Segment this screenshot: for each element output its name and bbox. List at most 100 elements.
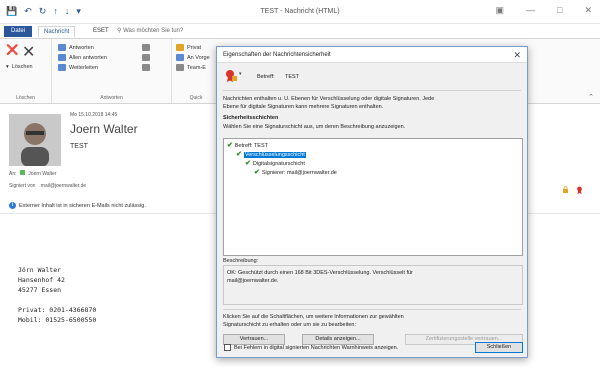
signed-by-label: Signiert von (9, 183, 36, 189)
layers-instruction: Wählen Sie eine Signaturschicht aus, um … (223, 124, 406, 130)
dialog-subject-label: Betreff: (257, 74, 275, 80)
group-label-respond: Antworten (100, 95, 123, 101)
dialog-close-icon[interactable]: ✕ (513, 50, 521, 61)
hint-line2: Signaturschicht zu erhalten oder um sie … (223, 322, 356, 328)
warning-checkbox-label: Bei Fehlern in digital signierten Nachri… (234, 345, 399, 351)
collapse-ribbon-icon[interactable]: ⌃ (588, 93, 594, 101)
dialog-subject-value: TEST (285, 74, 300, 80)
signature-line: 45277 Essen (18, 286, 62, 294)
im-icon[interactable] (142, 54, 150, 61)
dialog-title: Eigenschaften der Nachrichtensicherheit (223, 52, 331, 58)
tab-file[interactable]: Datei (4, 26, 32, 37)
security-layers-tree: ✔ Betreff: TEST ✔ Verschlüsselungsschich… (223, 138, 523, 256)
dialog-intro-line1: Nachrichten enthalten u. U. Ebenen für V… (223, 96, 435, 102)
to-recipient[interactable]: Joern Walter (28, 171, 56, 177)
show-details-button[interactable]: Details anzeigen... (302, 334, 374, 345)
close-icon[interactable]: ✕ (584, 5, 592, 15)
delete-icon[interactable]: ✕ (22, 42, 35, 62)
folder-icon (176, 44, 184, 51)
info-text: Externer Inhalt ist in sicheren E-Mails … (19, 202, 146, 209)
signature-ribbon-icon[interactable] (576, 186, 583, 194)
group-respond: Antworten Allen antworten Weiterleiten A… (52, 39, 172, 103)
team-icon (176, 64, 184, 71)
ribbon-options-icon[interactable]: ▣ (496, 5, 505, 15)
check-icon: ✔ (254, 169, 260, 176)
message-sender[interactable]: Joern Walter (70, 122, 138, 136)
tree-item-label: Signierer: mail@joernwalter.de (261, 169, 337, 176)
signature-line (18, 295, 96, 305)
presence-icon (19, 170, 25, 175)
check-icon: ✔ (227, 142, 233, 149)
tree-item-encryption-layer[interactable]: ✔ Verschlüsselungsschicht (236, 151, 306, 158)
group-delete: ❌ ✕ ▾ Löschen Löschen (0, 39, 52, 103)
reply-button[interactable]: Antworten (58, 44, 94, 51)
meeting-icon[interactable] (142, 44, 150, 51)
signed-by-line: Signiert von mail@joernwalter.de (9, 183, 86, 189)
group-label-delete: Löschen (16, 95, 35, 101)
tree-item-label: Betreff: TEST (234, 142, 268, 149)
dialog-titlebar: Eigenschaften der Nachrichtensicherheit … (217, 47, 527, 63)
avatar (9, 114, 61, 166)
check-icon: ✔ (236, 151, 242, 158)
signed-by-value: mail@joernwalter.de (40, 183, 87, 189)
group-quick-steps: Privat An Vorge Team-E Quick (172, 39, 220, 103)
message-body-signature: Jörn Walter Hansenhof 42 45277 Essen Pri… (18, 265, 96, 325)
tree-item-label: Verschlüsselungsschicht (243, 151, 306, 158)
signature-line: Jörn Walter (18, 266, 62, 274)
info-icon: i (9, 202, 16, 209)
quick-step-team[interactable]: Team-E (176, 64, 206, 71)
check-icon: ✔ (245, 160, 251, 167)
tell-me-box[interactable]: ⚲ Was möchten Sie tun? (112, 26, 188, 37)
forward-manager-icon (176, 54, 184, 61)
hint-line1: Klicken Sie auf die Schaltflächen, um we… (223, 314, 404, 320)
message-subject: TEST (70, 143, 88, 150)
external-content-info[interactable]: i Externer Inhalt ist in sicheren E-Mail… (9, 202, 146, 209)
ribbon-tabs: Datei Nachricht ESET ⚲ Was möchten Sie t… (0, 24, 600, 38)
signature-line: Hansenhof 42 (18, 276, 65, 284)
description-box: OK: Geschützt durch einen 168 Bit 3DES-V… (223, 265, 523, 305)
dialog-body: ▾ Betreff: TEST Nachrichten enthalten u.… (217, 63, 527, 357)
group-label-quick: Quick (189, 95, 203, 101)
forward-button[interactable]: Weiterleiten (58, 64, 98, 71)
tree-item-signer[interactable]: ✔ Signierer: mail@joernwalter.de (254, 169, 337, 176)
junk-icon: ▾ (6, 64, 9, 70)
tab-eset[interactable]: ESET (88, 26, 114, 37)
delete-button[interactable]: ▾ Löschen (6, 64, 33, 70)
window-controls: ▣ — □ ✕ (496, 5, 593, 15)
to-line: An: Joern Walter (9, 170, 56, 177)
ignore-icon[interactable]: ❌ (6, 45, 18, 56)
message-date: Mo 15.10.2018 14:45 (70, 112, 118, 118)
description-label: Beschreibung: (223, 258, 259, 264)
trust-button[interactable]: Vertrauen... (223, 334, 285, 345)
quick-step-manager[interactable]: An Vorge (176, 54, 210, 61)
tree-item-signature-layer[interactable]: ✔ Digitalsignaturschicht (245, 160, 305, 167)
signature-line: Mobil: 01525-6500550 (18, 316, 97, 324)
dialog-intro-line2: Ebene für digitale Signaturen kann mehre… (223, 104, 384, 110)
minimize-icon[interactable]: — (526, 5, 535, 15)
reply-all-icon (58, 54, 66, 61)
divider (223, 309, 521, 310)
reply-icon (58, 44, 66, 51)
forward-icon (58, 64, 66, 71)
signature-line: Privat: 0201-4366870 (18, 306, 97, 314)
secure-message-icon (225, 69, 237, 83)
divider (223, 90, 521, 91)
tab-message[interactable]: Nachricht (38, 26, 76, 37)
dialog-dropdown-icon[interactable]: ▾ (239, 71, 242, 77)
reply-all-button[interactable]: Allen antworten (58, 54, 107, 61)
encryption-lock-icon[interactable] (562, 186, 569, 193)
warning-checkbox[interactable] (224, 344, 231, 351)
more-respond-icon[interactable] (142, 64, 150, 71)
layers-heading: Sicherheitsschichten (223, 115, 279, 121)
quick-step-private[interactable]: Privat (176, 44, 201, 51)
tell-me-label: Was möchten Sie tun? (123, 28, 184, 34)
tree-item-label: Digitalsignaturschicht (252, 160, 305, 167)
tree-item-subject[interactable]: ✔ Betreff: TEST (227, 142, 268, 149)
maximize-icon[interactable]: □ (557, 5, 562, 15)
description-line1: OK: Geschützt durch einen 168 Bit 3DES-V… (227, 270, 413, 276)
security-properties-dialog: Eigenschaften der Nachrichtensicherheit … (216, 46, 528, 358)
close-button[interactable]: Schließen (475, 342, 523, 353)
to-label: An: (9, 171, 17, 177)
window-titlebar: 💾 ↶ ↻ ↑ ↓ ▾ TEST - Nachricht (HTML) ▣ — … (0, 0, 600, 24)
description-line2: mail@joernwalter.de. (227, 278, 279, 284)
